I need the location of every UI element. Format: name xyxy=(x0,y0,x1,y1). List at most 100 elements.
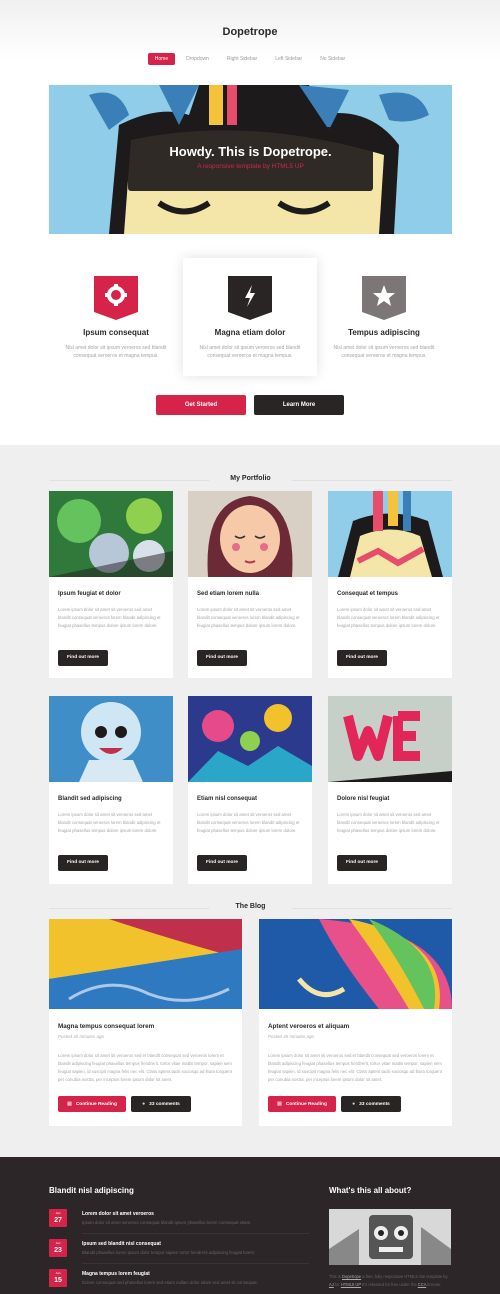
portfolio-item: Sed etiam lorem nulla Lorem ipsum dolor … xyxy=(188,491,312,678)
find-out-more-button[interactable]: Find out more xyxy=(197,650,247,666)
find-out-more-button[interactable]: Find out more xyxy=(337,650,387,666)
post-timestamp: Posted 45 minutes ago xyxy=(268,1034,315,1039)
portfolio-text: Lorem ipsum dolor sit amet sit veroeros … xyxy=(197,607,300,628)
portfolio-image[interactable] xyxy=(328,491,452,577)
learn-more-button[interactable]: Learn More xyxy=(254,395,344,415)
dopetrope-link[interactable]: Dopetrope xyxy=(342,1274,361,1279)
portfolio-item: Etiam nisl consequat Lorem ipsum dolor s… xyxy=(188,696,312,884)
feature-text: Nisl amet dolor sit ipsum veroeros sed b… xyxy=(333,345,435,359)
post-timestamp: Posted 45 minutes ago xyxy=(58,1034,105,1039)
feature-title: Ipsum consequat xyxy=(83,328,149,337)
continue-reading-button[interactable]: ▤ Continue Reading xyxy=(268,1096,336,1112)
cca-link[interactable]: CCA xyxy=(418,1282,426,1287)
nav-item-home[interactable]: Home xyxy=(147,53,176,65)
feature-text: Nisl amet dolor sit ipsum veroeros sed b… xyxy=(199,345,301,359)
comments-button[interactable]: ● 33 comments xyxy=(341,1096,401,1112)
footer-left-title: Blandit nisl adipiscing xyxy=(49,1186,134,1195)
blog-post: Aptent veroeros et aliquam Posted 45 min… xyxy=(259,919,452,1126)
divider xyxy=(82,1233,309,1234)
comment-icon: ● xyxy=(352,1101,356,1107)
blog-image[interactable] xyxy=(259,919,452,1009)
portfolio-text: Lorem ipsum dolor sit amet sit veroeros … xyxy=(337,812,440,833)
footer-list-item: Jan 15 Magna tempus lorem feugiat Dolore … xyxy=(49,1269,309,1291)
portfolio-title[interactable]: Blandit sed adipiscing xyxy=(58,796,122,802)
post-text: Lorem ipsum dolor sit amet sit veroeros … xyxy=(268,1053,442,1082)
portfolio-image[interactable] xyxy=(49,491,173,577)
portfolio-item: Ipsum feugiat et dolor Lorem ipsum dolor… xyxy=(49,491,173,678)
continue-reading-button[interactable]: ▤ Continue Reading xyxy=(58,1096,126,1112)
portfolio-image[interactable] xyxy=(188,491,312,577)
portfolio-heading: My Portfolio xyxy=(49,475,452,482)
find-out-more-button[interactable]: Find out more xyxy=(197,855,247,871)
portfolio-item: Consequat et tempus Lorem ipsum dolor si… xyxy=(328,491,452,678)
portfolio-title[interactable]: Etiam nisl consequat xyxy=(197,796,257,802)
feature-title: Tempus adipiscing xyxy=(348,328,420,337)
portfolio-title[interactable]: Consequat et tempus xyxy=(337,591,398,597)
blog-heading: The Blog xyxy=(49,903,452,910)
document-icon: ▤ xyxy=(67,1101,72,1107)
divider xyxy=(82,1263,309,1264)
portfolio-text: Lorem ipsum dolor sit amet sit veroeros … xyxy=(58,812,161,833)
banner-caption: Howdy. This is Dopetrope. A responsive t… xyxy=(128,127,373,191)
footer-item-text: Blandit phasellus lorem ipsum dolor temp… xyxy=(82,1250,256,1255)
html5up-link[interactable]: HTML5 UP xyxy=(341,1282,361,1287)
portfolio-title[interactable]: Dolore nisl feugiat xyxy=(337,796,389,802)
footer-right-title: What's this all about? xyxy=(329,1186,412,1195)
about-image xyxy=(329,1209,451,1265)
date-badge: Jan 23 xyxy=(49,1239,67,1257)
header: Dopetrope Home Dropdown Right Sidebar Le… xyxy=(0,0,500,445)
bolt-icon xyxy=(228,276,272,320)
portfolio-image[interactable] xyxy=(188,696,312,782)
main-content: My Portfolio Ipsum feugiat et dolor Lore… xyxy=(0,445,500,1157)
date-badge: Jan 27 xyxy=(49,1209,67,1227)
feature-title: Magna etiam dolor xyxy=(214,328,286,337)
main-nav: Home Dropdown Right Sidebar Left Sidebar… xyxy=(0,53,500,65)
portfolio-item: Dolore nisl feugiat Lorem ipsum dolor si… xyxy=(328,696,452,884)
footer-item-title[interactable]: Ipsum sed blandit nisl consequat xyxy=(82,1241,161,1247)
date-badge: Jan 15 xyxy=(49,1269,67,1287)
portfolio-item: Blandit sed adipiscing Lorem ipsum dolor… xyxy=(49,696,173,884)
intro-features: Ipsum consequat Nisl amet dolor sit ipsu… xyxy=(49,258,452,376)
footer-list-item: Jan 23 Ipsum sed blandit nisl consequat B… xyxy=(49,1239,309,1261)
find-out-more-button[interactable]: Find out more xyxy=(337,855,387,871)
portfolio-text: Lorem ipsum dolor sit amet sit veroeros … xyxy=(197,812,300,833)
footer-item-title[interactable]: Lorem dolor sit amet veroeros xyxy=(82,1211,154,1217)
blog-post: Magna tempus consequat lorem Posted 45 m… xyxy=(49,919,242,1126)
feature-text: Nisl amet dolor sit ipsum veroeros sed b… xyxy=(65,345,167,359)
feature-3: Tempus adipiscing Nisl amet dolor sit ip… xyxy=(317,262,451,374)
banner-subtitle: A responsive template by HTML5 UP xyxy=(197,163,304,170)
feature-2: Magna etiam dolor Nisl amet dolor sit ip… xyxy=(183,258,317,376)
gear-icon xyxy=(94,276,138,320)
comment-icon: ● xyxy=(142,1101,146,1107)
feature-1: Ipsum consequat Nisl amet dolor sit ipsu… xyxy=(49,262,183,374)
find-out-more-button[interactable]: Find out more xyxy=(58,650,108,666)
footer-item-text: Ipsum dolor sit amet veroeros consequat … xyxy=(82,1220,252,1225)
footer-list-item: Jan 27 Lorem dolor sit amet veroeros Ipsu… xyxy=(49,1209,309,1231)
intro-buttons: Get Started Learn More xyxy=(0,395,500,415)
nav-item-left-sidebar[interactable]: Left Sidebar xyxy=(268,53,309,65)
portfolio-title[interactable]: Sed etiam lorem nulla xyxy=(197,591,259,597)
banner: Howdy. This is Dopetrope. A responsive t… xyxy=(49,85,452,234)
blog-image[interactable] xyxy=(49,919,242,1009)
nav-item-no-sidebar[interactable]: No Sidebar xyxy=(313,53,352,65)
nav-item-right-sidebar[interactable]: Right Sidebar xyxy=(220,53,264,65)
portfolio-image[interactable] xyxy=(49,696,173,782)
post-title[interactable]: Magna tempus consequat lorem xyxy=(58,1023,154,1030)
banner-title: Howdy. This is Dopetrope. xyxy=(169,144,332,159)
post-text: Lorem ipsum dolor sit amet sit veroeros … xyxy=(58,1053,232,1082)
site-logo[interactable]: Dopetrope xyxy=(0,26,500,38)
document-icon: ▤ xyxy=(277,1101,282,1107)
nav-item-dropdown[interactable]: Dropdown xyxy=(179,53,216,65)
portfolio-text: Lorem ipsum dolor sit amet sit veroeros … xyxy=(337,607,440,628)
footer-item-text: Dolore consequat sed phasellus lorem sed… xyxy=(82,1280,258,1285)
post-title[interactable]: Aptent veroeros et aliquam xyxy=(268,1023,349,1030)
comments-button[interactable]: ● 33 comments xyxy=(131,1096,191,1112)
footer-item-title[interactable]: Magna tempus lorem feugiat xyxy=(82,1271,150,1277)
about-text: This is Dopetrope a free, fully responsi… xyxy=(329,1274,448,1287)
portfolio-title[interactable]: Ipsum feugiat et dolor xyxy=(58,591,121,597)
star-icon xyxy=(362,276,406,320)
get-started-button[interactable]: Get Started xyxy=(156,395,246,415)
find-out-more-button[interactable]: Find out more xyxy=(58,855,108,871)
portfolio-image[interactable] xyxy=(328,696,452,782)
portfolio-text: Lorem ipsum dolor sit amet sit veroeros … xyxy=(58,607,161,628)
